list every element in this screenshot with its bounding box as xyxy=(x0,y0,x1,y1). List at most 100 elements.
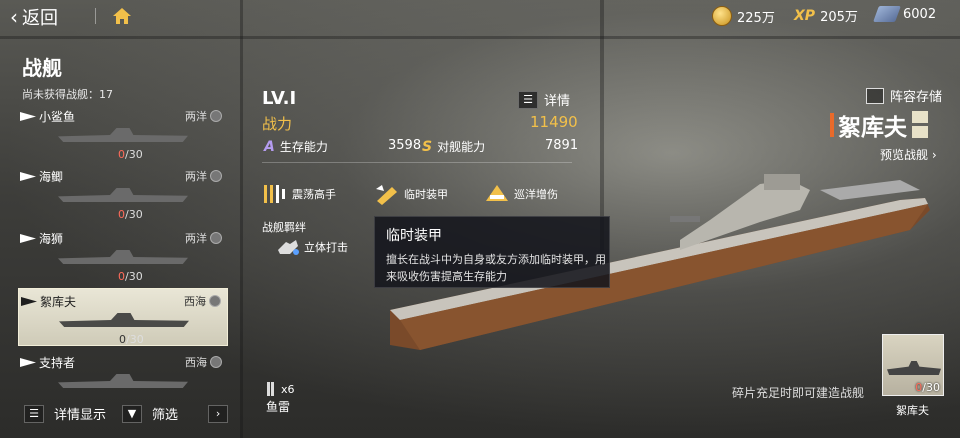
chevron-right-icon[interactable]: › xyxy=(208,404,229,423)
shard-count: 0/30 xyxy=(118,270,143,283)
ship-list-item[interactable]: 海狮 两洋 0/30 xyxy=(18,226,228,284)
sea-label: 两洋 xyxy=(185,170,207,183)
shard-count: 0/30 xyxy=(915,381,940,394)
preview-ship-button[interactable]: 预览战舰 › xyxy=(880,146,937,163)
survive-stat: A 生存能力 xyxy=(264,138,328,155)
ship-name: 海鲫 xyxy=(39,170,64,184)
accent-bar xyxy=(830,113,834,137)
flag-icon xyxy=(20,358,36,367)
tooltip-title: 临时装甲 xyxy=(386,228,442,244)
preview-label: 预览战舰 xyxy=(880,148,929,162)
ship-level: LV.I xyxy=(262,88,297,109)
shard-count: 0/30 xyxy=(118,148,143,161)
power-value: 11490 xyxy=(530,113,578,131)
back-button[interactable]: ‹ 返回 xyxy=(10,4,58,30)
faction-emblem-icon xyxy=(210,110,222,122)
hand-icon xyxy=(278,240,299,255)
anti-ship-label: 对舰能力 xyxy=(437,140,486,154)
torpedo-icon xyxy=(267,382,274,396)
skill-label: 临时装甲 xyxy=(404,188,448,201)
back-label: 返回 xyxy=(22,8,58,29)
sea-label: 两洋 xyxy=(185,110,207,123)
rank-badge-icon xyxy=(912,111,928,138)
ship-silhouette xyxy=(58,374,188,388)
chevron-left-icon: ‹ xyxy=(10,5,18,29)
ship-list[interactable]: 小鲨鱼 两洋 0/30 海鲫 两洋 0/30 海狮 两洋 0/30 絮库夫 西海… xyxy=(10,102,232,392)
anti-ship-value: 7891 xyxy=(545,138,579,153)
weapon-label: 鱼雷 xyxy=(266,400,291,414)
lineup-save-button[interactable]: 阵容存储 xyxy=(866,86,942,105)
steel-icon xyxy=(873,6,901,22)
weapon-torpedo[interactable]: x6 鱼雷 xyxy=(266,382,306,415)
armor-icon xyxy=(376,185,397,205)
top-bar: ‹ 返回 225万 XP 205万 6002 xyxy=(0,0,960,34)
ship-name: 支持者 xyxy=(39,356,76,370)
list-controls: ☰ 详情显示 ▼ 筛选 › xyxy=(24,404,229,423)
weapon-count: x6 xyxy=(281,382,295,396)
skill-shock[interactable]: 震荡高手 xyxy=(262,183,336,205)
flag-icon xyxy=(20,112,36,121)
filter-button[interactable]: 筛选 xyxy=(152,404,178,423)
survive-value: 3598 xyxy=(388,138,422,153)
faction-emblem-icon xyxy=(210,232,222,244)
background-beam xyxy=(240,0,243,438)
thumbnail-label: 絮库夫 xyxy=(896,404,929,417)
build-hint: 碎片充足时即可建造战舰 xyxy=(732,386,865,400)
skill-label: 巡洋增伤 xyxy=(514,188,558,201)
list-icon: ☰ xyxy=(518,90,538,109)
cruiser-damage-icon xyxy=(486,185,508,201)
divider xyxy=(262,162,572,163)
ship-list-item[interactable]: 小鲨鱼 两洋 0/30 xyxy=(18,104,228,162)
filter-icon[interactable]: ▼ xyxy=(122,404,143,423)
steel-resource[interactable]: 6002 xyxy=(873,6,937,22)
detail-display-button[interactable]: 详情显示 xyxy=(54,404,106,423)
shard-count: 0/30 xyxy=(118,208,143,221)
ship-silhouette xyxy=(59,313,189,327)
save-icon xyxy=(866,87,884,104)
list-icon[interactable]: ☰ xyxy=(24,404,44,423)
detail-label: 详情 xyxy=(544,94,571,109)
bond-title: 战舰羁绊 xyxy=(262,221,306,234)
ship-name: 絮库夫 xyxy=(40,295,77,309)
bond-item[interactable]: 立体打击 xyxy=(276,238,348,256)
skill-armor[interactable]: 临时装甲 xyxy=(374,183,448,205)
ship-list-item[interactable]: 支持者 西海 xyxy=(18,350,228,392)
power-label: 战力 xyxy=(262,115,293,133)
ship-list-item-selected[interactable]: 絮库夫 西海 0/30 xyxy=(18,288,228,346)
gold-coin-icon xyxy=(712,6,732,26)
ship-name: 海狮 xyxy=(39,232,64,246)
xp-value: 205万 xyxy=(820,10,858,25)
sea-label: 两洋 xyxy=(185,232,207,245)
flag-icon xyxy=(21,297,37,306)
gold-value: 225万 xyxy=(737,10,775,26)
grade-letter: A xyxy=(264,138,275,155)
ship-silhouette xyxy=(58,188,188,202)
faction-emblem-icon xyxy=(210,170,222,182)
ship-shard-thumbnail[interactable]: 0/30 xyxy=(882,334,944,396)
gold-resource[interactable]: 225万 xyxy=(712,6,775,26)
survive-label: 生存能力 xyxy=(279,140,328,154)
xp-icon: XP xyxy=(794,7,816,24)
skill-label: 震荡高手 xyxy=(292,188,336,201)
home-icon[interactable] xyxy=(112,6,132,26)
ship-list-item[interactable]: 海鲫 两洋 0/30 xyxy=(18,164,228,222)
faction-emblem-icon xyxy=(209,295,221,307)
ship-silhouette xyxy=(887,361,941,375)
background-beam xyxy=(0,36,960,39)
divider xyxy=(95,8,96,24)
ship-name-large: 絮库夫 xyxy=(838,115,907,141)
shard-count: 0/30 xyxy=(119,333,144,346)
sea-label: 西海 xyxy=(185,356,207,369)
ship-silhouette xyxy=(58,128,188,142)
skill-cruiser-damage[interactable]: 巡洋增伤 xyxy=(484,183,558,205)
tooltip-body: 擅长在战斗中为自身或友方添加临时装甲，用来吸收伤害提高生存能力 xyxy=(386,253,606,283)
page-title: 战舰 xyxy=(22,56,62,80)
chevron-right-icon: › xyxy=(931,148,937,162)
xp-resource[interactable]: XP 205万 xyxy=(794,6,858,26)
detail-button[interactable]: ☰ 详情 xyxy=(518,90,570,109)
flag-icon xyxy=(20,234,36,243)
steel-value: 6002 xyxy=(903,6,937,22)
skill-tooltip: 临时装甲 擅长在战斗中为自身或友方添加临时装甲，用来吸收伤害提高生存能力 xyxy=(374,216,610,288)
ship-title: 絮库夫 xyxy=(830,108,929,142)
flag-icon xyxy=(20,172,36,181)
